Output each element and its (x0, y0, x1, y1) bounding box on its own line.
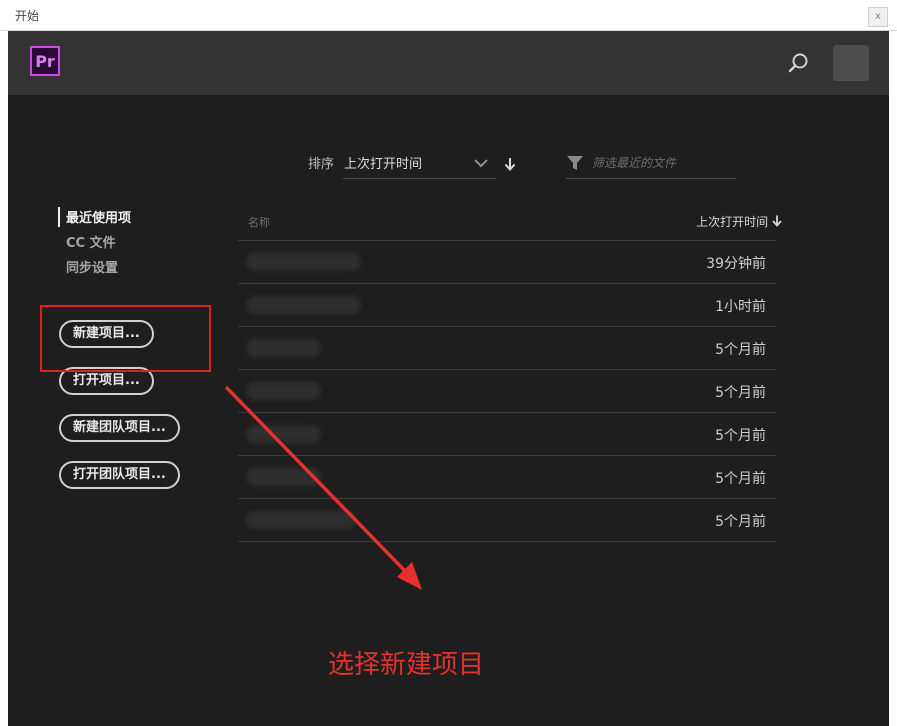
file-name-redacted (246, 425, 321, 443)
column-header-name[interactable]: 名称 (248, 214, 270, 230)
column-header-last-opened[interactable]: 上次打开时间 (696, 213, 782, 230)
filter-input[interactable] (590, 151, 734, 175)
table-row[interactable]: 5个月前 (238, 456, 776, 499)
nav-cc-files[interactable]: CC 文件 (66, 232, 116, 252)
table-header: 名称 上次打开时间 (238, 207, 782, 241)
new-team-project-button[interactable]: 新建团队项目... (59, 414, 180, 442)
annotation-instruction-text: 选择新建项目 (328, 650, 485, 680)
sort-dropdown[interactable]: 上次打开时间 (343, 149, 496, 179)
filter-recent-files (566, 149, 736, 179)
annotation-highlight-box (40, 305, 211, 372)
search-icon[interactable] (787, 51, 811, 75)
last-opened-time: 5个月前 (715, 471, 766, 487)
nav-recent[interactable]: 最近使用项 (58, 207, 131, 227)
table-row[interactable]: 5个月前 (238, 370, 776, 413)
avatar[interactable] (833, 45, 869, 81)
window-titlebar: 开始 x (0, 0, 897, 31)
column-header-last-opened-label: 上次打开时间 (696, 215, 769, 229)
last-opened-time: 39分钟前 (706, 256, 766, 272)
filter-icon (567, 156, 583, 170)
sort-desc-arrow-icon (772, 215, 782, 227)
table-row[interactable]: 5个月前 (238, 327, 776, 370)
table-row[interactable]: 1小时前 (238, 284, 776, 327)
window-close-button[interactable]: x (868, 7, 888, 27)
nav-sync-settings[interactable]: 同步设置 (66, 257, 118, 277)
sort-direction-arrow-icon[interactable] (504, 157, 516, 171)
app-header: Pr (8, 31, 889, 95)
file-name-redacted (246, 339, 321, 357)
table-row[interactable]: 5个月前 (238, 499, 776, 542)
table-row[interactable]: 39分钟前 (238, 241, 776, 284)
file-name-redacted (246, 468, 321, 486)
start-screen: Pr 排序 上次打开时间 最近使用项 CC 文件 同步设置 新 (8, 31, 889, 726)
premiere-logo: Pr (30, 46, 60, 76)
last-opened-time: 5个月前 (715, 428, 766, 444)
last-opened-time: 5个月前 (715, 514, 766, 530)
window-title: 开始 (15, 9, 40, 23)
last-opened-time: 1小时前 (715, 299, 766, 315)
table-row[interactable]: 5个月前 (238, 413, 776, 456)
file-name-redacted (246, 511, 356, 529)
file-name-redacted (246, 382, 321, 400)
sort-label: 排序 (308, 157, 335, 172)
file-name-redacted (246, 253, 361, 271)
file-name-redacted (246, 296, 361, 314)
last-opened-time: 5个月前 (715, 342, 766, 358)
sort-selected-value: 上次打开时间 (344, 157, 423, 172)
last-opened-time: 5个月前 (715, 385, 766, 401)
chevron-down-icon (474, 159, 488, 168)
open-team-project-button[interactable]: 打开团队项目... (59, 461, 180, 489)
